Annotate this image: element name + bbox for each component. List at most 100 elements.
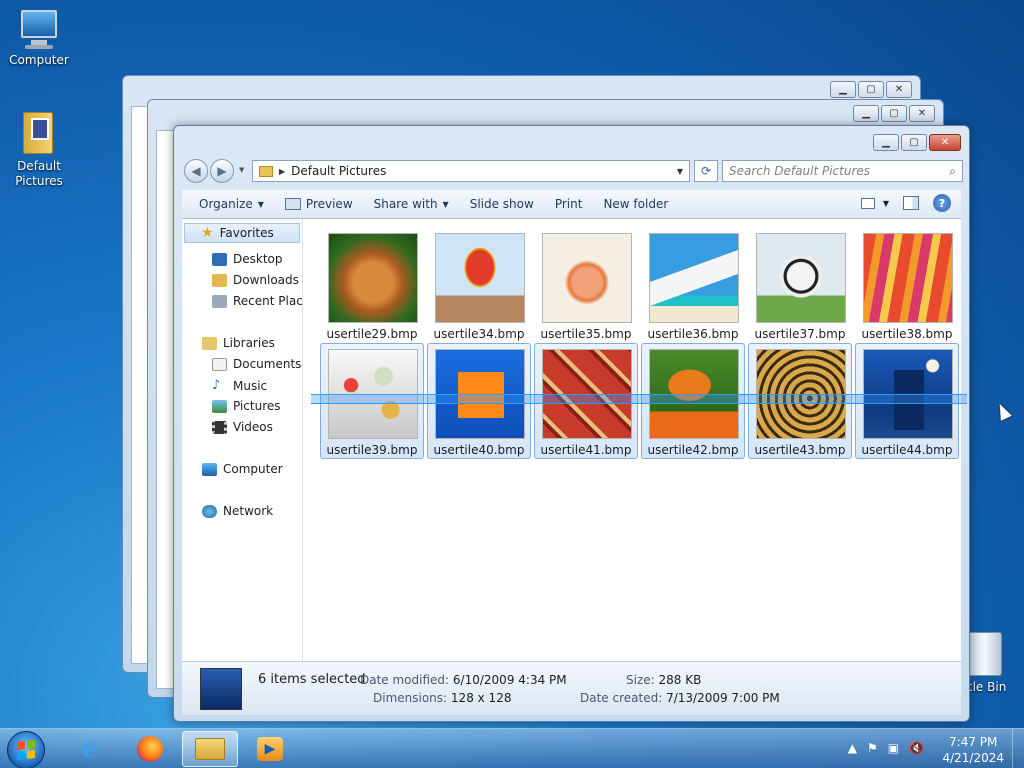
minimize-icon[interactable]: ▁ — [853, 105, 879, 122]
organize-label: Organize — [199, 197, 253, 211]
taskbar: e ▶ ▲ ⚑ ▣ 🔇 7:47 PM 4/21/2024 — [0, 728, 1024, 768]
folder-icon — [259, 165, 273, 177]
taskbar-windows-explorer[interactable] — [182, 731, 238, 767]
print-button[interactable]: Print — [555, 197, 583, 211]
file-item[interactable]: usertile35.bmp — [534, 227, 638, 343]
window-caption-buttons: ▁ ▢ ✕ — [830, 81, 912, 98]
forward-button[interactable]: ▶ — [210, 159, 234, 183]
nav-documents[interactable]: Documents — [212, 357, 301, 371]
network-tray-icon[interactable]: ▣ — [888, 741, 899, 755]
taskbar-clock[interactable]: 7:47 PM 4/21/2024 — [942, 734, 1004, 766]
selection-count: 6 items selected — [258, 672, 366, 687]
nav-label: Videos — [233, 420, 273, 434]
computer-icon — [17, 10, 61, 50]
file-name: usertile44.bmp — [861, 443, 953, 457]
view-options-button[interactable]: ▼ — [860, 197, 889, 209]
preview-label: Preview — [305, 197, 353, 211]
explorer-window[interactable]: ▁ ▢ ✕ ◀ ▶ ▼ ▶ Default Pictures ▼ ⟳ Searc… — [173, 125, 970, 722]
minimize-icon[interactable]: ▁ — [830, 81, 856, 98]
dimensions-value: 128 x 128 — [450, 691, 512, 705]
close-icon[interactable]: ✕ — [929, 134, 961, 151]
close-icon[interactable]: ✕ — [909, 105, 935, 122]
nav-label: Documents — [233, 357, 302, 371]
file-name: usertile35.bmp — [540, 327, 632, 341]
slide-show-label: Slide show — [469, 197, 534, 211]
show-hidden-icons-icon[interactable]: ▲ — [848, 741, 857, 755]
music-icon: ♪ — [212, 378, 221, 393]
file-name: usertile43.bmp — [754, 443, 846, 457]
maximize-icon[interactable]: ▢ — [858, 81, 884, 98]
desktop-icon-label: cle Bin — [966, 680, 1007, 694]
network-icon — [202, 504, 217, 518]
file-item[interactable]: usertile29.bmp — [320, 227, 424, 343]
new-folder-button[interactable]: New folder — [603, 197, 668, 211]
organize-button[interactable]: Organize ▼ — [199, 197, 264, 211]
chevron-down-icon: ▼ — [882, 198, 889, 208]
back-button[interactable]: ◀ — [184, 159, 208, 183]
help-icon[interactable]: ? — [933, 194, 951, 212]
preview-button[interactable]: Preview — [284, 197, 353, 211]
clock-time: 7:47 PM — [949, 735, 998, 749]
breadcrumb-default-pictures[interactable]: Default Pictures — [291, 164, 386, 178]
nav-favorites[interactable]: ★ Favorites — [184, 223, 300, 243]
folder-icon — [19, 110, 59, 156]
address-dropdown-icon[interactable]: ▼ — [677, 167, 683, 176]
recent-pages-dropdown[interactable]: ▼ — [239, 166, 244, 174]
share-with-button[interactable]: Share with ▼ — [374, 197, 449, 211]
nav-label: Computer — [223, 462, 283, 476]
file-item[interactable]: usertile36.bmp — [641, 227, 745, 343]
nav-desktop[interactable]: Desktop — [212, 252, 283, 266]
file-thumbnail — [435, 233, 525, 323]
file-name: usertile37.bmp — [754, 327, 846, 341]
taskbar-media-player[interactable]: ▶ — [242, 731, 298, 767]
file-item[interactable]: usertile38.bmp — [855, 227, 959, 343]
maximize-icon[interactable]: ▢ — [901, 134, 927, 151]
desktop-icon-computer[interactable]: Computer — [1, 10, 77, 67]
taskbar-internet-explorer[interactable]: e — [62, 731, 118, 767]
new-folder-label: New folder — [603, 197, 669, 211]
date-modified: Date modified: 6/10/2009 4:34 PM — [360, 673, 567, 687]
close-icon[interactable]: ✕ — [886, 81, 912, 98]
nav-computer[interactable]: Computer — [202, 462, 283, 476]
nav-network[interactable]: Network — [202, 504, 273, 518]
nav-pictures[interactable]: Pictures — [212, 399, 281, 413]
taskbar-firefox[interactable] — [122, 731, 178, 767]
dimensions: Dimensions: 128 x 128 — [373, 691, 511, 705]
downloads-icon — [212, 273, 227, 287]
file-name: usertile41.bmp — [540, 443, 632, 457]
refresh-button[interactable]: ⟳ — [694, 160, 718, 182]
desktop-icon-default-pictures[interactable]: Default Pictures — [1, 110, 77, 189]
action-center-flag-icon[interactable]: ⚑ — [867, 741, 878, 755]
search-placeholder: Search Default Pictures — [729, 164, 871, 178]
nav-music[interactable]: ♪ Music — [212, 378, 267, 393]
start-button[interactable] — [7, 731, 45, 768]
volume-muted-icon[interactable]: 🔇 — [909, 741, 924, 755]
print-label: Print — [554, 197, 583, 211]
preview-icon — [284, 198, 301, 210]
slide-show-button[interactable]: Slide show — [470, 197, 534, 211]
search-icon[interactable]: ⌕ — [949, 164, 956, 179]
address-bar[interactable]: ▶ Default Pictures ▼ — [252, 160, 690, 182]
file-item[interactable]: usertile34.bmp — [427, 227, 531, 343]
file-thumbnail — [328, 233, 418, 323]
maximize-icon[interactable]: ▢ — [881, 105, 907, 122]
videos-icon — [212, 420, 227, 434]
preview-pane-icon[interactable] — [903, 196, 919, 210]
size-value: 288 KB — [658, 673, 702, 687]
nav-label: Music — [233, 378, 268, 393]
search-input[interactable]: Search Default Pictures ⌕ — [722, 160, 963, 182]
file-item[interactable]: usertile37.bmp — [748, 227, 852, 343]
nav-label: Network — [223, 504, 274, 518]
show-desktop-button[interactable] — [1012, 729, 1024, 768]
clock-date: 4/21/2024 — [942, 751, 1004, 765]
nav-downloads[interactable]: Downloads — [212, 273, 299, 287]
nav-videos[interactable]: Videos — [212, 420, 273, 434]
windows-logo-icon — [17, 740, 35, 760]
breadcrumb-arrow-icon[interactable]: ▶ — [279, 167, 285, 176]
minimize-icon[interactable]: ▁ — [873, 134, 899, 151]
documents-icon — [212, 357, 227, 371]
folder-icon — [195, 738, 225, 760]
nav-recent-places[interactable]: Recent Places — [212, 294, 302, 308]
size: Size: 288 KB — [626, 673, 701, 687]
nav-libraries[interactable]: Libraries — [202, 336, 275, 350]
